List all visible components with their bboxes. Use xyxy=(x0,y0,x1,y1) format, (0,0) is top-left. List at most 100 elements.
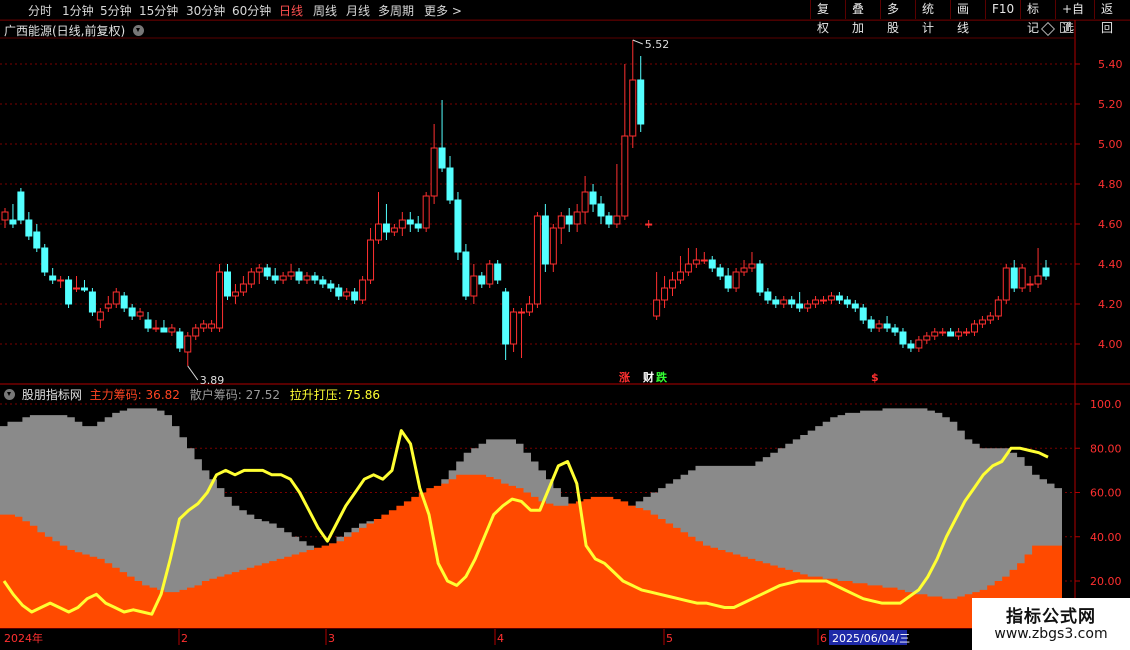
indicator-name[interactable]: 股朋指标网 xyxy=(22,388,82,402)
candle-body xyxy=(160,327,168,333)
date-label: 2 xyxy=(181,632,188,645)
candle-body xyxy=(49,275,57,281)
pull-label: 拉升打压: xyxy=(289,388,342,402)
candle-body xyxy=(96,311,104,321)
indicator-layer xyxy=(0,408,1062,628)
candle-body xyxy=(33,231,41,249)
price-tick-label: 5.40 xyxy=(1098,58,1123,71)
candle-body xyxy=(41,247,49,273)
candle-body xyxy=(271,275,279,281)
candle-body xyxy=(748,263,756,269)
candle-body xyxy=(438,147,446,169)
candle-body xyxy=(867,319,875,329)
period-tab[interactable]: 30分钟 xyxy=(186,2,225,19)
candle-body xyxy=(216,271,224,329)
date-label: 5 xyxy=(666,632,673,645)
window-toggle-icon[interactable] xyxy=(1060,22,1071,33)
cursor-date-label: 2025/06/04/三 xyxy=(832,632,910,645)
candle-body xyxy=(549,227,557,265)
indicator-tick-label: 40.00 xyxy=(1090,531,1122,544)
candle-body xyxy=(200,323,208,329)
candle-body xyxy=(1010,267,1018,289)
stock-title[interactable]: 广西能源(日线,前复权) xyxy=(4,24,125,38)
candle-body xyxy=(1,211,9,221)
candle-body xyxy=(978,319,986,325)
candle-body xyxy=(57,279,65,282)
period-tab[interactable]: 5分钟 xyxy=(100,2,132,19)
toolbar-button[interactable]: 叠加 xyxy=(845,0,880,35)
period-tab[interactable]: 周线 xyxy=(313,2,337,19)
candle-body xyxy=(382,223,390,233)
candle-body xyxy=(700,259,708,262)
period-tab[interactable]: 1分钟 xyxy=(62,2,94,19)
candle-body xyxy=(446,167,454,201)
toolbar-button[interactable]: 画线 xyxy=(950,0,985,35)
candle-body xyxy=(581,191,589,213)
price-tick-label: 4.00 xyxy=(1098,338,1123,351)
candle-body xyxy=(525,303,533,313)
candle-body xyxy=(454,199,462,253)
toolbar-button[interactable]: 标记 xyxy=(1020,0,1055,35)
candle-body xyxy=(653,299,661,317)
period-tab[interactable]: 月线 xyxy=(346,2,370,19)
candle-body xyxy=(907,343,915,349)
chevron-down-icon[interactable] xyxy=(4,389,15,400)
toolbar-button[interactable]: 统计 xyxy=(915,0,950,35)
candle-body xyxy=(88,291,96,313)
high-pointer xyxy=(632,39,643,45)
candle-body xyxy=(891,327,899,333)
candle-body xyxy=(359,279,367,301)
high-price-label: 5.52 xyxy=(645,38,670,51)
candle-body xyxy=(1002,267,1010,301)
period-tab[interactable]: 日线 xyxy=(279,2,303,19)
candle-body xyxy=(692,259,700,265)
period-tab[interactable]: 15分钟 xyxy=(139,2,178,19)
period-tab[interactable]: 分时 xyxy=(28,2,52,19)
candle-body xyxy=(780,299,788,305)
toolbar-button[interactable]: 返回 xyxy=(1094,0,1130,35)
period-tab[interactable]: 60分钟 xyxy=(232,2,271,19)
candle-body xyxy=(597,203,605,217)
candle-body xyxy=(613,215,621,225)
candle-layer xyxy=(1,40,1050,366)
event-marker: 跌 xyxy=(656,370,668,384)
candle-body xyxy=(955,331,963,337)
candle-body xyxy=(533,215,541,305)
candle-body xyxy=(184,335,192,353)
candle-body xyxy=(390,227,398,233)
candle-body xyxy=(335,287,343,297)
indicator-tick-label: 100.0 xyxy=(1090,398,1122,411)
candle-body xyxy=(676,271,684,281)
candle-body xyxy=(994,299,1002,317)
event-marker: 财 xyxy=(642,370,654,384)
cursor-date-box xyxy=(829,630,907,645)
toolbar-button[interactable]: 复权 xyxy=(810,0,845,35)
period-tab[interactable]: 多周期 xyxy=(378,2,414,19)
candle-body xyxy=(255,267,263,273)
candle-body xyxy=(311,275,319,281)
toolbar-button[interactable]: +自选 xyxy=(1055,0,1094,35)
candle-body xyxy=(430,147,438,197)
candle-body xyxy=(661,287,669,301)
price-tick-label: 4.20 xyxy=(1098,298,1123,311)
date-label: 6 xyxy=(820,632,827,645)
chevron-down-icon[interactable] xyxy=(133,25,145,36)
candle-body xyxy=(104,303,112,309)
period-tab[interactable]: 更多 > xyxy=(424,2,462,19)
toolbar-button[interactable]: 多股 xyxy=(880,0,915,35)
candle-body xyxy=(176,331,184,349)
candle-body xyxy=(1034,275,1042,285)
marker-layer: 5.523.89 涨财跌 $ xyxy=(187,38,879,387)
candle-body xyxy=(565,215,573,225)
candle-body xyxy=(573,211,581,225)
toolbar-button[interactable]: F10 xyxy=(985,0,1020,19)
candle-body xyxy=(374,223,382,241)
retail-chip-area xyxy=(0,408,1062,628)
candle-body xyxy=(772,299,780,305)
indicator-header: 股朋指标网 主力筹码: 36.82 散户筹码: 27.52 拉升打压: 75.8… xyxy=(4,386,380,403)
chart-canvas[interactable]: 5.40 5.20 5.00 4.80 4.60 4.40 4.20 4.00 100.0 80.… xyxy=(0,0,1130,650)
candle-body xyxy=(923,335,931,341)
candle-body xyxy=(367,239,375,281)
candle-body xyxy=(247,271,255,285)
settings-diamond-icon[interactable] xyxy=(1040,21,1056,37)
